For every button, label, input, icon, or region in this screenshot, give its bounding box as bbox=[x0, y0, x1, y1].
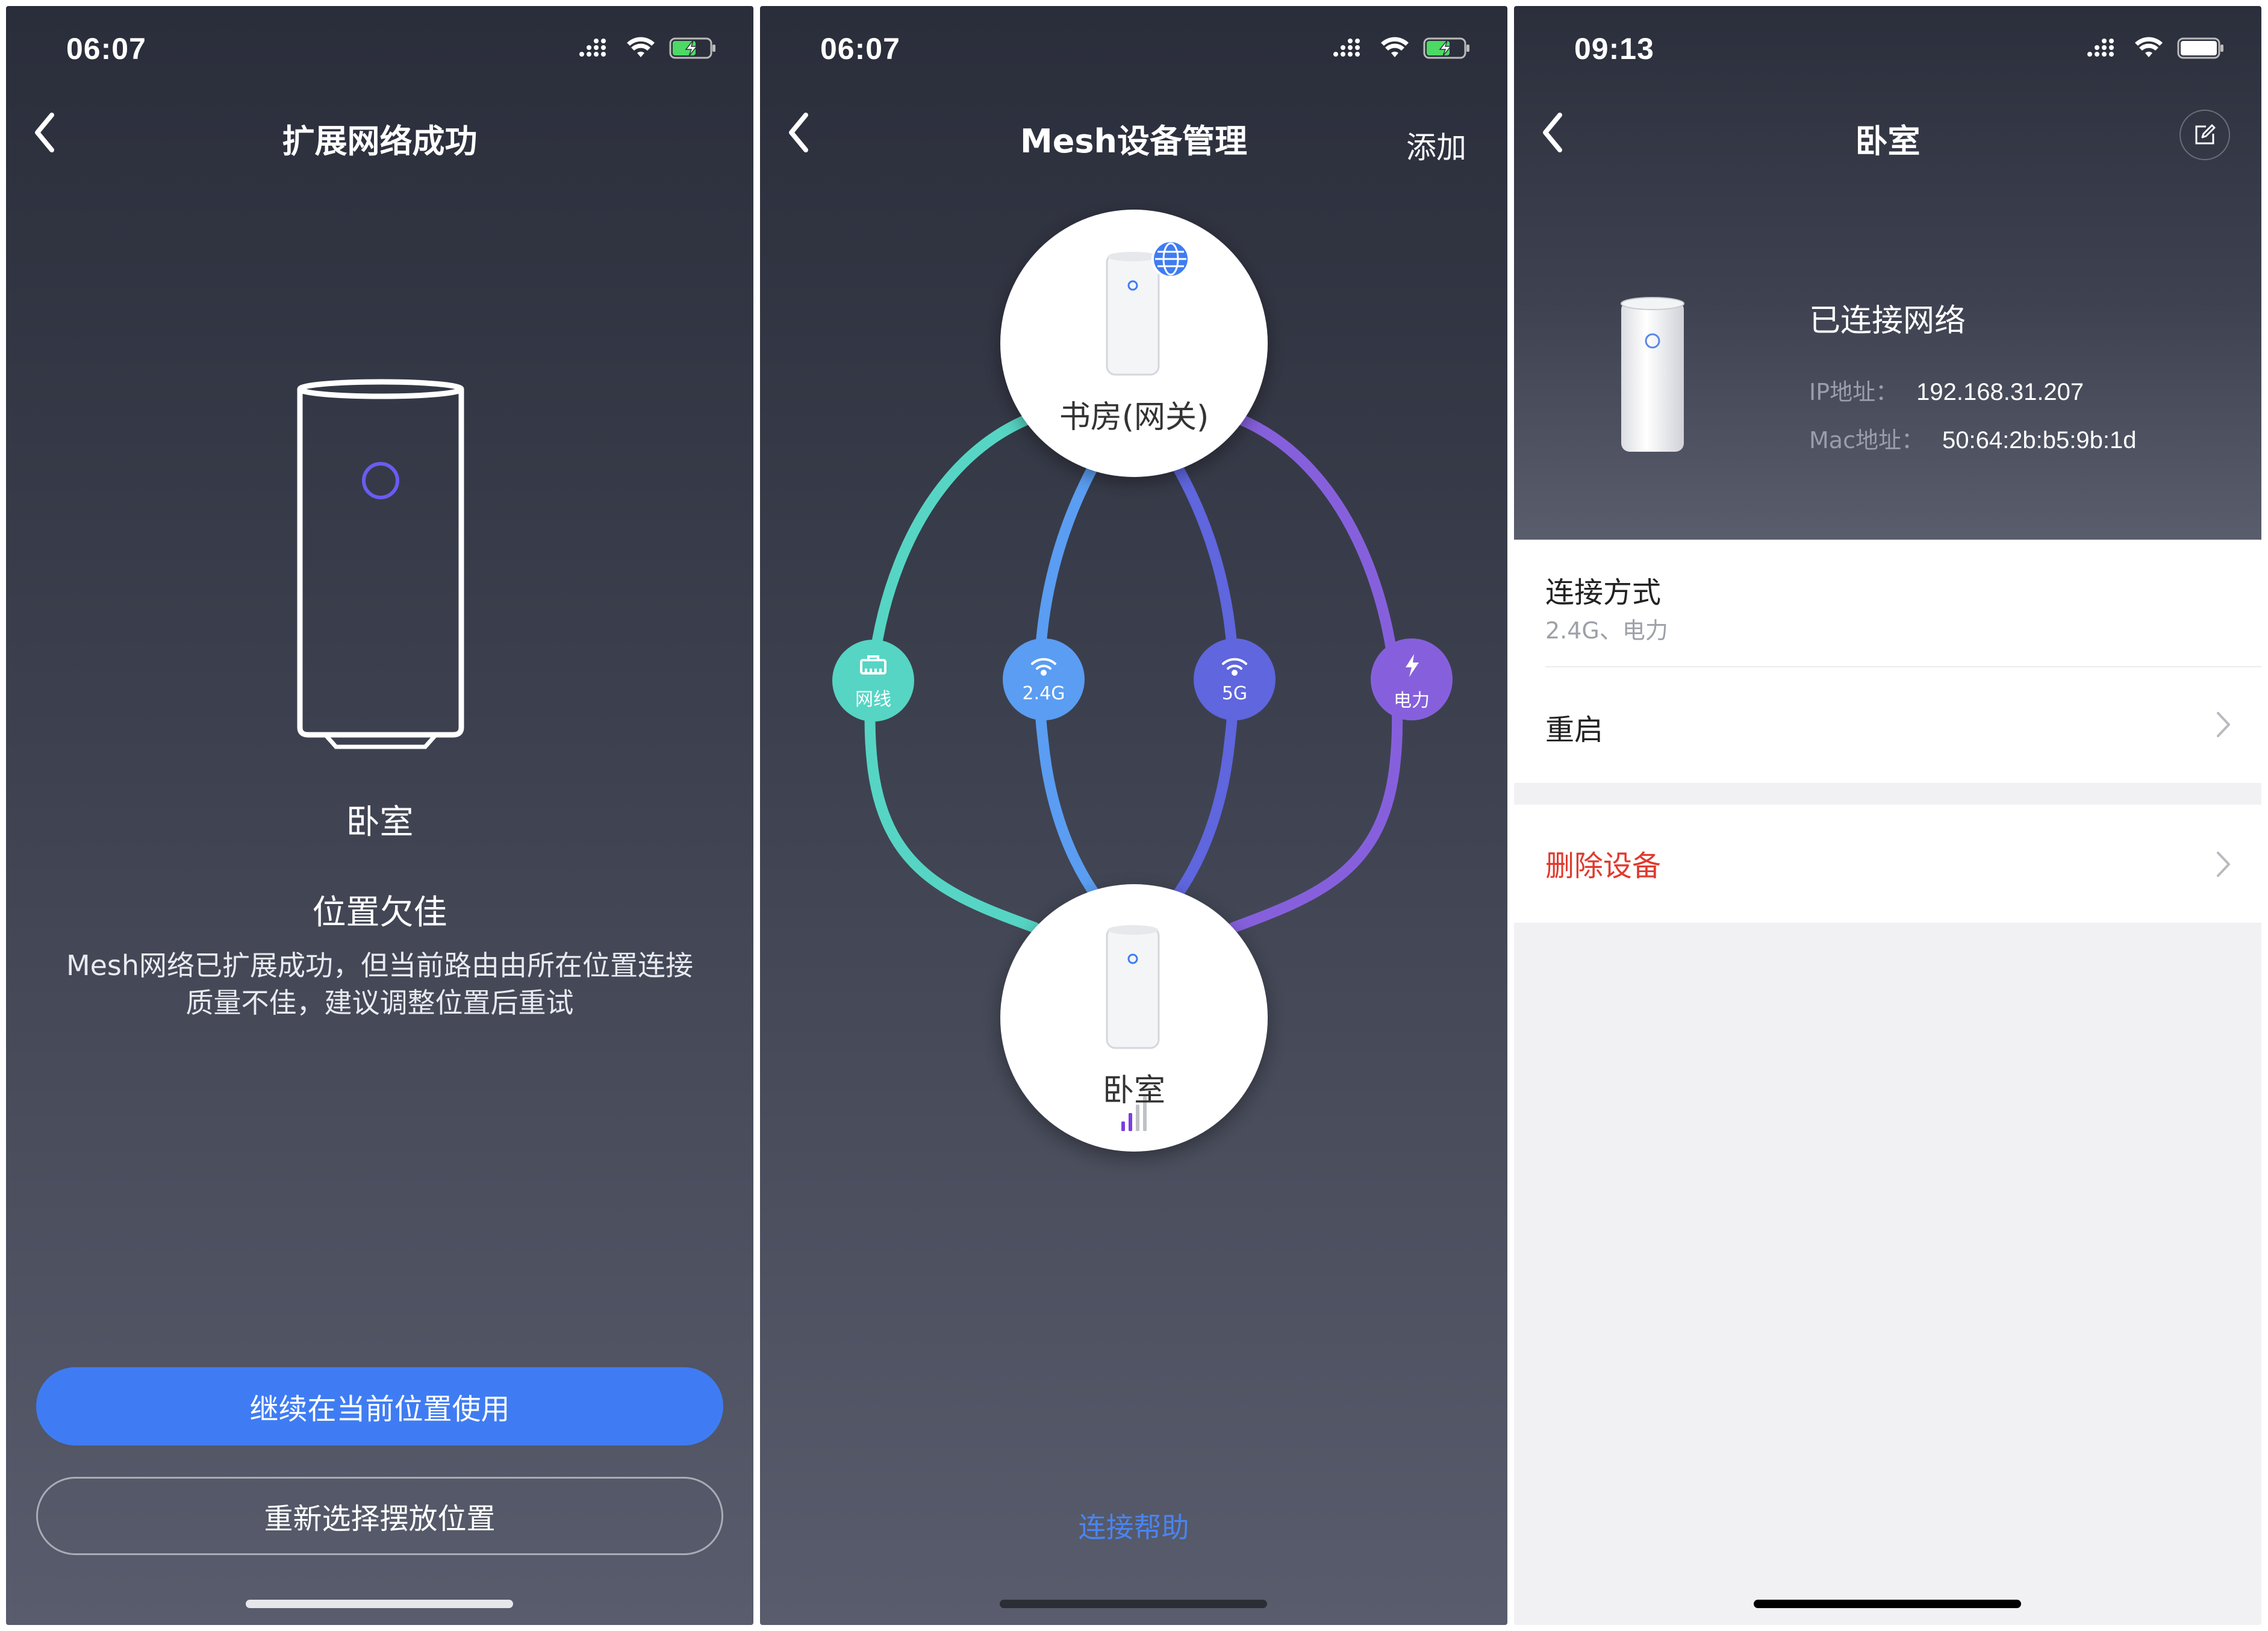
screen-extend-success: 06:07 扩展网络成功 卧室 位置欠佳 Mesh网络已扩展成功，但当前路由由所… bbox=[6, 6, 753, 1625]
restart-label: 重启 bbox=[1545, 713, 1604, 747]
signal-bar bbox=[1121, 1121, 1125, 1131]
mac-address-row: Mac地址： 50:64:2b:b5:9b:1d bbox=[1809, 422, 2137, 455]
globe-icon bbox=[1151, 240, 1190, 278]
battery-full-icon bbox=[2177, 37, 2223, 59]
wifi-status-icon bbox=[627, 37, 655, 57]
status-time: 06:07 bbox=[66, 32, 146, 66]
device-name: 卧室 bbox=[346, 803, 414, 842]
ip-address-row: IP地址： 192.168.31.207 bbox=[1809, 373, 2084, 407]
screen-device-detail: 09:13 卧室 已连接网络 IP地址： 192.168.31.207 Mac地… bbox=[1514, 6, 2261, 1625]
connection-help-link[interactable]: 连接帮助 bbox=[760, 1506, 1507, 1545]
wifi-status-icon bbox=[2135, 37, 2163, 57]
wifi24-link-badge bbox=[1003, 638, 1085, 720]
home-indicator bbox=[1754, 1600, 2021, 1608]
settings-list: 连接方式 2.4G、电力 重启 bbox=[1514, 540, 2261, 783]
screen-mesh-management: 06:07 Mesh设备管理 添加 书房(网关) 卧室 网线 2.4G 5G 电… bbox=[760, 6, 1507, 1625]
edit-icon bbox=[2195, 124, 2216, 145]
status-time: 09:13 bbox=[1574, 32, 1654, 66]
danger-list: 删除设备 bbox=[1514, 805, 2261, 923]
home-indicator bbox=[1000, 1600, 1267, 1608]
mac-label: Mac地址： bbox=[1809, 427, 1924, 454]
restart-row[interactable]: 重启 bbox=[1514, 667, 2261, 783]
placement-warning-title: 位置欠佳 bbox=[312, 893, 447, 932]
chevron-right-icon bbox=[2217, 712, 2230, 737]
status-bar-icons bbox=[579, 35, 717, 61]
ip-value: 192.168.31.207 bbox=[1916, 379, 2084, 405]
page-title: 扩展网络成功 bbox=[282, 122, 478, 160]
router-thumbnail bbox=[1616, 295, 1689, 460]
power-link-label: 电力 bbox=[1394, 690, 1430, 711]
connection-method-label: 连接方式 bbox=[1545, 576, 1662, 610]
delete-device-label: 删除设备 bbox=[1545, 849, 1662, 883]
page-title: 卧室 bbox=[1855, 122, 1921, 160]
connection-method-row: 连接方式 2.4G、电力 bbox=[1514, 540, 2261, 666]
device-header: 09:13 卧室 已连接网络 IP地址： 192.168.31.207 Mac地… bbox=[1514, 6, 2261, 540]
cellular-signal-icon bbox=[579, 39, 606, 57]
placement-warning-description: Mesh网络已扩展成功，但当前路由由所在位置连接质量不佳，建议调整位置后重试 bbox=[66, 949, 694, 1019]
signal-bar bbox=[1129, 1113, 1132, 1131]
reposition-button[interactable]: 重新选择摆放位置 bbox=[36, 1477, 723, 1555]
continue-here-button[interactable]: 继续在当前位置使用 bbox=[36, 1367, 723, 1445]
router-illustration bbox=[290, 378, 471, 754]
mac-value: 50:64:2b:b5:9b:1d bbox=[1942, 427, 2137, 454]
status-bar-icons bbox=[2087, 35, 2225, 61]
connection-method-value: 2.4G、电力 bbox=[1545, 617, 1668, 644]
home-indicator bbox=[246, 1600, 513, 1608]
delete-device-row[interactable]: 删除设备 bbox=[1514, 805, 2261, 923]
wifi24-link-label: 2.4G bbox=[1022, 683, 1065, 704]
wifi5-link-label: 5G bbox=[1221, 683, 1248, 704]
ip-label: IP地址： bbox=[1809, 379, 1899, 405]
connection-status: 已连接网络 bbox=[1809, 303, 1966, 339]
gateway-node-label: 书房(网关) bbox=[1059, 399, 1209, 435]
ethernet-link-label: 网线 bbox=[855, 689, 891, 710]
led-indicator-icon bbox=[362, 462, 399, 499]
wifi5-link-badge bbox=[1194, 638, 1276, 720]
chevron-right-icon bbox=[2217, 852, 2230, 877]
router-mini-icon bbox=[1106, 925, 1160, 1049]
battery-charging-icon bbox=[669, 37, 715, 59]
child-node-label: 卧室 bbox=[1102, 1073, 1165, 1109]
mesh-topology-diagram bbox=[832, 210, 1453, 1152]
router-mini-icon bbox=[1106, 252, 1160, 376]
edit-name-button[interactable] bbox=[2179, 110, 2230, 160]
cellular-signal-icon bbox=[2087, 39, 2114, 57]
